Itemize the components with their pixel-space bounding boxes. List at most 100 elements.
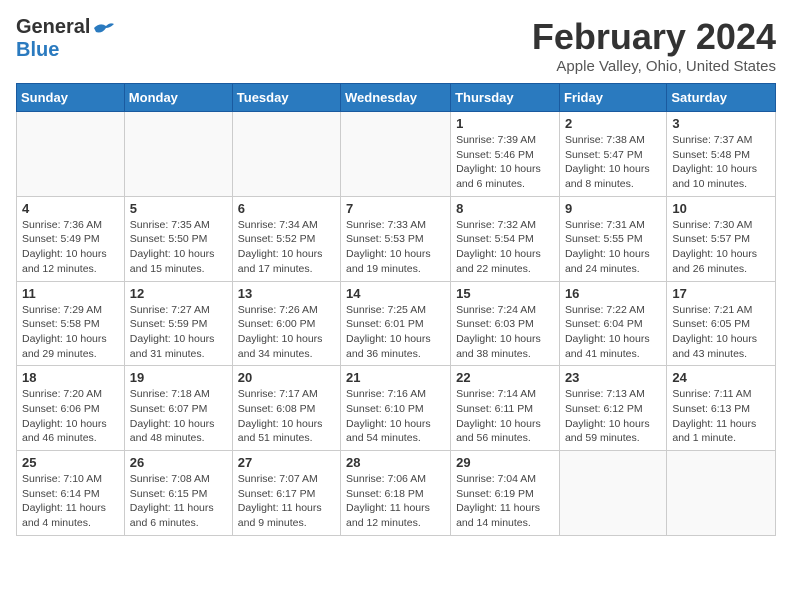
day-number: 29: [456, 455, 554, 470]
calendar-cell: 24 Sunrise: 7:11 AM Sunset: 6:13 PM Dayli…: [667, 366, 776, 451]
day-info: Sunrise: 7:26 AM Sunset: 6:00 PM Dayligh…: [238, 303, 335, 362]
calendar-cell: [559, 451, 666, 536]
calendar-cell: 21 Sunrise: 7:16 AM Sunset: 6:10 PM Dayli…: [341, 366, 451, 451]
day-number: 7: [346, 201, 445, 216]
calendar-cell: 20 Sunrise: 7:17 AM Sunset: 6:08 PM Dayli…: [232, 366, 340, 451]
calendar-table: SundayMondayTuesdayWednesdayThursdayFrid…: [16, 83, 776, 536]
day-number: 21: [346, 370, 445, 385]
calendar-cell: [17, 112, 125, 197]
calendar-cell: 3Sunrise: 7:37 AM Sunset: 5:48 PM Daylig…: [667, 112, 776, 197]
calendar-cell: 4Sunrise: 7:36 AM Sunset: 5:49 PM Daylig…: [17, 196, 125, 281]
day-info: Sunrise: 7:17 AM Sunset: 6:08 PM Dayligh…: [238, 387, 335, 446]
calendar-cell: 9 Sunrise: 7:31 AM Sunset: 5:55 PM Daylig…: [559, 196, 666, 281]
day-number: 13: [238, 286, 335, 301]
day-number: 25: [22, 455, 119, 470]
calendar-cell: 25 Sunrise: 7:10 AM Sunset: 6:14 PM Dayli…: [17, 451, 125, 536]
day-number: 5: [130, 201, 227, 216]
day-info: Sunrise: 7:38 AM Sunset: 5:47 PM Dayligh…: [565, 133, 661, 192]
day-info: Sunrise: 7:21 AM Sunset: 6:05 PM Dayligh…: [672, 303, 770, 362]
calendar-cell: 14 Sunrise: 7:25 AM Sunset: 6:01 PM Dayli…: [341, 281, 451, 366]
calendar-cell: 5 Sunrise: 7:35 AM Sunset: 5:50 PM Daylig…: [124, 196, 232, 281]
day-info: Sunrise: 7:07 AM Sunset: 6:17 PM Dayligh…: [238, 472, 335, 531]
calendar-cell: 17Sunrise: 7:21 AM Sunset: 6:05 PM Dayli…: [667, 281, 776, 366]
month-title: February 2024: [532, 16, 776, 58]
calendar-cell: 2 Sunrise: 7:38 AM Sunset: 5:47 PM Daylig…: [559, 112, 666, 197]
weekday-header: Saturday: [667, 84, 776, 112]
calendar-cell: 19Sunrise: 7:18 AM Sunset: 6:07 PM Dayli…: [124, 366, 232, 451]
calendar-cell: 29 Sunrise: 7:04 AM Sunset: 6:19 PM Dayli…: [451, 451, 560, 536]
logo-bird-icon: [92, 20, 114, 36]
day-info: Sunrise: 7:31 AM Sunset: 5:55 PM Dayligh…: [565, 218, 661, 277]
day-number: 14: [346, 286, 445, 301]
title-area: February 2024 Apple Valley, Ohio, United…: [532, 16, 776, 75]
day-info: Sunrise: 7:32 AM Sunset: 5:54 PM Dayligh…: [456, 218, 554, 277]
day-info: Sunrise: 7:06 AM Sunset: 6:18 PM Dayligh…: [346, 472, 445, 531]
calendar-cell: 6 Sunrise: 7:34 AM Sunset: 5:52 PM Daylig…: [232, 196, 340, 281]
weekday-header: Monday: [124, 84, 232, 112]
day-number: 12: [130, 286, 227, 301]
day-info: Sunrise: 7:14 AM Sunset: 6:11 PM Dayligh…: [456, 387, 554, 446]
weekday-header: Sunday: [17, 84, 125, 112]
calendar-cell: 23Sunrise: 7:13 AM Sunset: 6:12 PM Dayli…: [559, 366, 666, 451]
day-info: Sunrise: 7:27 AM Sunset: 5:59 PM Dayligh…: [130, 303, 227, 362]
calendar-cell: 13 Sunrise: 7:26 AM Sunset: 6:00 PM Dayli…: [232, 281, 340, 366]
weekday-header: Wednesday: [341, 84, 451, 112]
day-info: Sunrise: 7:04 AM Sunset: 6:19 PM Dayligh…: [456, 472, 554, 531]
calendar-cell: 22 Sunrise: 7:14 AM Sunset: 6:11 PM Dayli…: [451, 366, 560, 451]
day-info: Sunrise: 7:33 AM Sunset: 5:53 PM Dayligh…: [346, 218, 445, 277]
calendar-cell: [124, 112, 232, 197]
day-info: Sunrise: 7:30 AM Sunset: 5:57 PM Dayligh…: [672, 218, 770, 277]
day-number: 2: [565, 116, 661, 131]
day-number: 27: [238, 455, 335, 470]
calendar-cell: 15 Sunrise: 7:24 AM Sunset: 6:03 PM Dayli…: [451, 281, 560, 366]
calendar-week-row: 1Sunrise: 7:39 AM Sunset: 5:46 PM Daylig…: [17, 112, 776, 197]
logo-blue: Blue: [16, 39, 59, 61]
day-number: 3: [672, 116, 770, 131]
day-info: Sunrise: 7:16 AM Sunset: 6:10 PM Dayligh…: [346, 387, 445, 446]
day-info: Sunrise: 7:08 AM Sunset: 6:15 PM Dayligh…: [130, 472, 227, 531]
location: Apple Valley, Ohio, United States: [532, 58, 776, 75]
day-number: 9: [565, 201, 661, 216]
day-number: 23: [565, 370, 661, 385]
weekday-header: Thursday: [451, 84, 560, 112]
page-header: General Blue February 2024 Apple Valley,…: [16, 16, 776, 75]
weekday-header: Tuesday: [232, 84, 340, 112]
day-info: Sunrise: 7:11 AM Sunset: 6:13 PM Dayligh…: [672, 387, 770, 446]
day-info: Sunrise: 7:29 AM Sunset: 5:58 PM Dayligh…: [22, 303, 119, 362]
calendar-cell: 11 Sunrise: 7:29 AM Sunset: 5:58 PM Dayli…: [17, 281, 125, 366]
calendar-cell: 27 Sunrise: 7:07 AM Sunset: 6:17 PM Dayli…: [232, 451, 340, 536]
day-number: 1: [456, 116, 554, 131]
weekday-header: Friday: [559, 84, 666, 112]
calendar-cell: 26 Sunrise: 7:08 AM Sunset: 6:15 PM Dayli…: [124, 451, 232, 536]
day-info: Sunrise: 7:34 AM Sunset: 5:52 PM Dayligh…: [238, 218, 335, 277]
day-number: 24: [672, 370, 770, 385]
day-number: 6: [238, 201, 335, 216]
logo: General Blue: [16, 16, 114, 62]
logo-general: General: [16, 16, 90, 39]
day-info: Sunrise: 7:36 AM Sunset: 5:49 PM Dayligh…: [22, 218, 119, 277]
day-number: 20: [238, 370, 335, 385]
calendar-cell: [232, 112, 340, 197]
day-number: 8: [456, 201, 554, 216]
calendar-week-row: 18 Sunrise: 7:20 AM Sunset: 6:06 PM Dayli…: [17, 366, 776, 451]
calendar-cell: 8 Sunrise: 7:32 AM Sunset: 5:54 PM Daylig…: [451, 196, 560, 281]
day-info: Sunrise: 7:35 AM Sunset: 5:50 PM Dayligh…: [130, 218, 227, 277]
day-number: 19: [130, 370, 227, 385]
calendar-cell: 12 Sunrise: 7:27 AM Sunset: 5:59 PM Dayli…: [124, 281, 232, 366]
day-info: Sunrise: 7:10 AM Sunset: 6:14 PM Dayligh…: [22, 472, 119, 531]
day-number: 18: [22, 370, 119, 385]
day-number: 22: [456, 370, 554, 385]
day-info: Sunrise: 7:25 AM Sunset: 6:01 PM Dayligh…: [346, 303, 445, 362]
day-number: 11: [22, 286, 119, 301]
calendar-cell: 16Sunrise: 7:22 AM Sunset: 6:04 PM Dayli…: [559, 281, 666, 366]
day-info: Sunrise: 7:24 AM Sunset: 6:03 PM Dayligh…: [456, 303, 554, 362]
day-info: Sunrise: 7:20 AM Sunset: 6:06 PM Dayligh…: [22, 387, 119, 446]
calendar-header-row: SundayMondayTuesdayWednesdayThursdayFrid…: [17, 84, 776, 112]
calendar-cell: 10 Sunrise: 7:30 AM Sunset: 5:57 PM Dayli…: [667, 196, 776, 281]
calendar-cell: 28Sunrise: 7:06 AM Sunset: 6:18 PM Dayli…: [341, 451, 451, 536]
day-number: 10: [672, 201, 770, 216]
day-number: 26: [130, 455, 227, 470]
calendar-cell: [667, 451, 776, 536]
day-number: 15: [456, 286, 554, 301]
calendar-week-row: 4Sunrise: 7:36 AM Sunset: 5:49 PM Daylig…: [17, 196, 776, 281]
